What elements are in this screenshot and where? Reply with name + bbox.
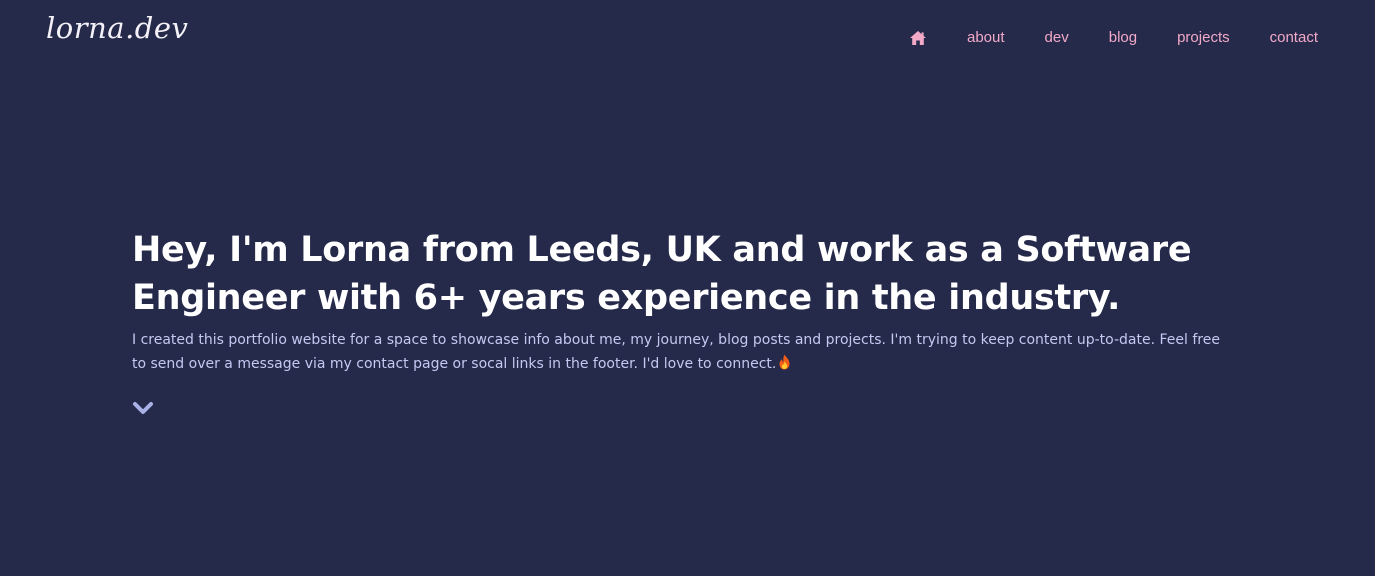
nav-contact[interactable]: contact [1270,28,1318,48]
fire-icon [778,354,791,378]
chevron-down-icon[interactable] [132,400,154,416]
hero-intro-paragraph: I created this portfolio website for a s… [132,328,1232,378]
hero-intro-text: I created this portfolio website for a s… [132,332,1220,372]
main-nav: about dev blog projects contact [909,28,1318,48]
home-icon [910,31,926,45]
nav-dev[interactable]: dev [1045,28,1069,48]
nav-projects[interactable]: projects [1177,28,1230,48]
hero-section: Hey, I'm Lorna from Leeds, UK and work a… [132,226,1242,378]
nav-blog[interactable]: blog [1109,28,1137,48]
nav-home-link[interactable] [909,28,927,48]
nav-about[interactable]: about [967,28,1005,48]
hero-headline: Hey, I'm Lorna from Leeds, UK and work a… [132,230,1192,318]
site-logo[interactable]: lorna.dev [46,14,188,43]
